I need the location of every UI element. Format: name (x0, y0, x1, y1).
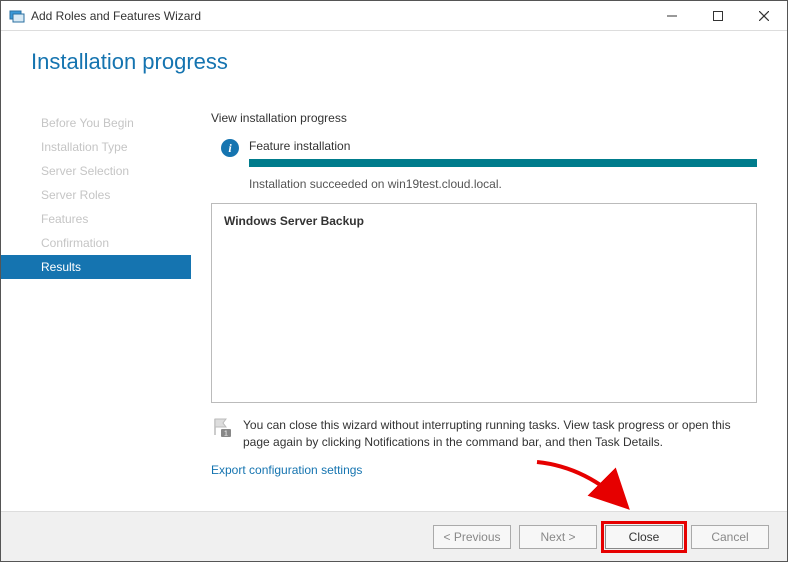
next-button: Next > (519, 525, 597, 549)
cancel-button: Cancel (691, 525, 769, 549)
window-title: Add Roles and Features Wizard (31, 9, 649, 23)
svg-text:1: 1 (224, 431, 228, 438)
wizard-main-panel: View installation progress i Feature ins… (191, 93, 787, 511)
close-window-button[interactable] (741, 1, 787, 31)
window-controls (649, 1, 787, 30)
feature-item: Windows Server Backup (224, 214, 744, 228)
note-row: 1 You can close this wizard without inte… (211, 417, 757, 451)
wizard-steps-sidebar: Before You Begin Installation Type Serve… (1, 93, 191, 511)
previous-button: < Previous (433, 525, 511, 549)
info-icon: i (221, 139, 239, 157)
wizard-body: Before You Begin Installation Type Serve… (1, 93, 787, 511)
page-title: Installation progress (31, 49, 757, 75)
status-label: Feature installation (249, 139, 757, 153)
close-button[interactable]: Close (605, 525, 683, 549)
step-features: Features (1, 207, 191, 231)
wizard-footer: < Previous Next > Close Cancel (1, 511, 787, 561)
server-manager-icon (9, 8, 25, 24)
export-settings-link[interactable]: Export configuration settings (211, 463, 362, 477)
section-title: View installation progress (211, 111, 757, 125)
maximize-button[interactable] (695, 1, 741, 31)
step-server-roles: Server Roles (1, 183, 191, 207)
step-server-selection: Server Selection (1, 159, 191, 183)
progress-bar (249, 159, 757, 167)
wizard-header: Installation progress (1, 31, 787, 86)
step-installation-type: Installation Type (1, 135, 191, 159)
step-confirmation: Confirmation (1, 231, 191, 255)
step-results: Results (1, 255, 191, 279)
minimize-button[interactable] (649, 1, 695, 31)
status-message: Installation succeeded on win19test.clou… (249, 177, 757, 191)
flag-icon: 1 (211, 417, 233, 439)
status-row: i Feature installation (221, 139, 757, 167)
titlebar: Add Roles and Features Wizard (1, 1, 787, 31)
step-before-you-begin: Before You Begin (1, 111, 191, 135)
installed-features-list: Windows Server Backup (211, 203, 757, 403)
note-text: You can close this wizard without interr… (243, 417, 757, 451)
